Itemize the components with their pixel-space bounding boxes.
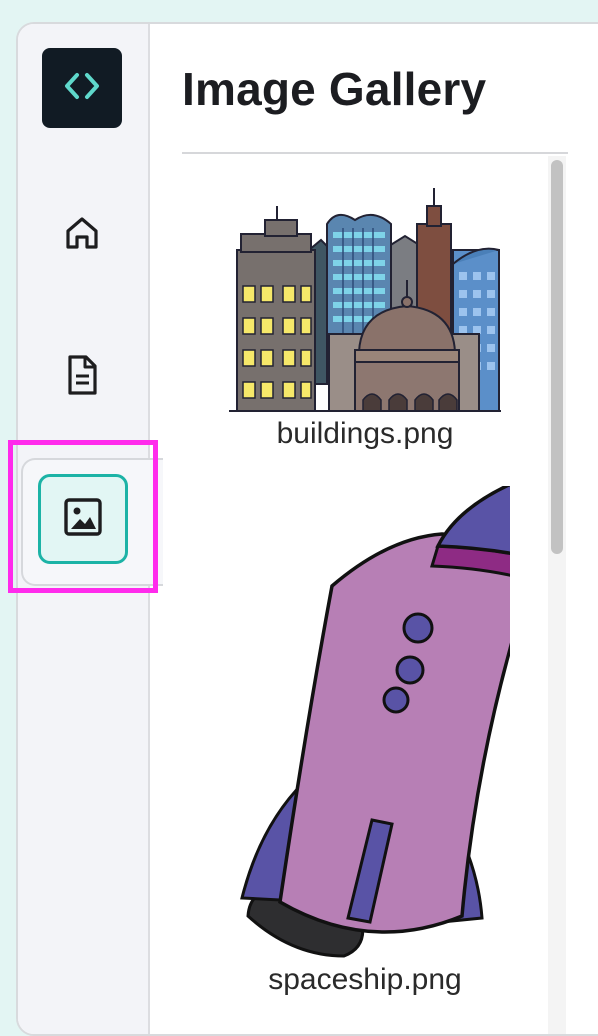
image-icon — [62, 496, 104, 543]
buildings-illustration — [229, 188, 501, 413]
logo[interactable] — [42, 48, 122, 128]
sidebar-item-gallery[interactable] — [38, 474, 128, 564]
scrollbar-thumb[interactable] — [551, 160, 563, 554]
page-title: Image Gallery — [182, 63, 487, 115]
code-brackets-icon — [62, 66, 102, 111]
sidebar-item-home[interactable] — [59, 212, 105, 258]
gallery-item[interactable]: buildings.png — [190, 184, 540, 451]
spaceship-illustration — [240, 477, 539, 958]
sidebar-item-documents[interactable] — [59, 354, 105, 400]
main-content: Image Gallery buildings.png spaceship.pn… — [150, 24, 598, 1034]
sidebar — [18, 24, 163, 1034]
image-caption: spaceship.png — [268, 963, 462, 996]
title-divider — [182, 152, 568, 154]
gallery-scrollbar[interactable] — [548, 156, 566, 1034]
sidebar-item-gallery-container — [21, 458, 163, 586]
home-icon — [63, 214, 101, 257]
image-caption: buildings.png — [276, 417, 454, 450]
gallery-item[interactable]: spaceship.png — [190, 477, 540, 997]
document-icon — [63, 354, 101, 401]
app-window: Image Gallery buildings.png spaceship.pn… — [16, 22, 598, 1036]
